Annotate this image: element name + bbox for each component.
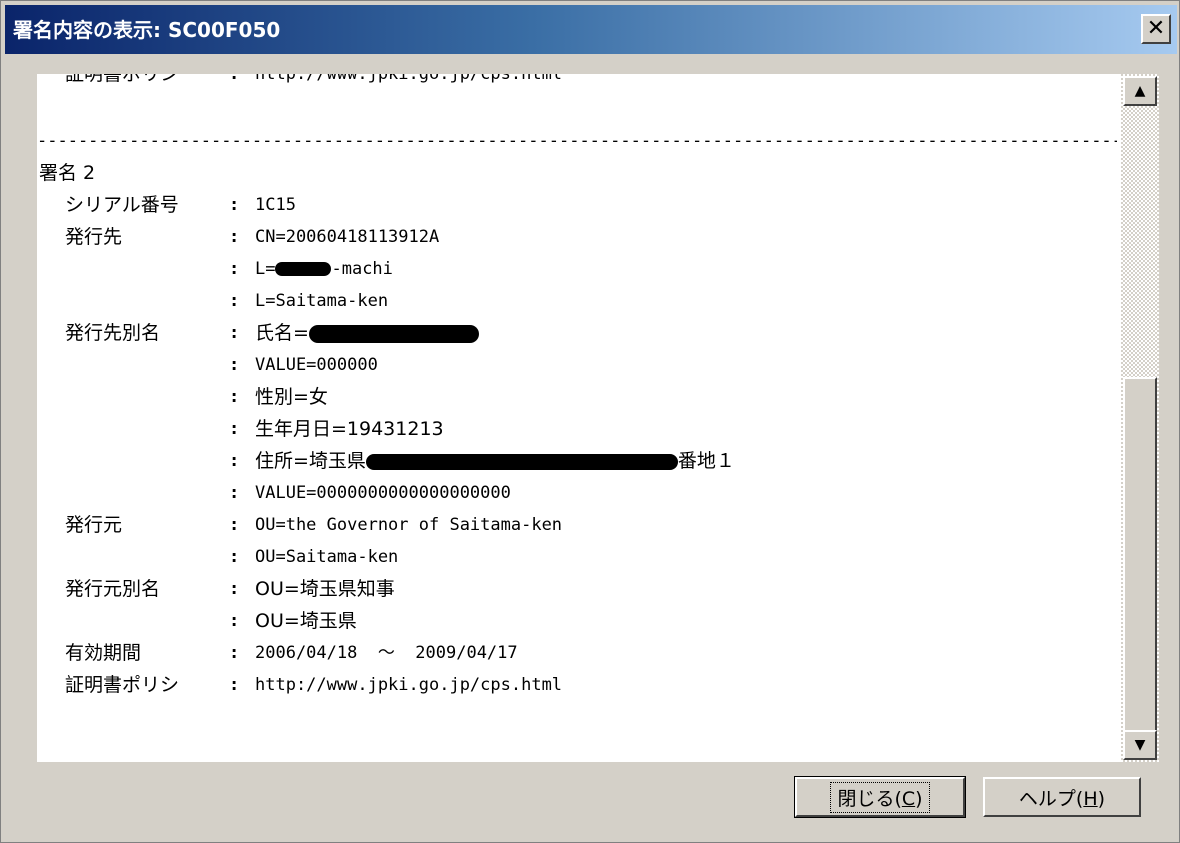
field-separator: : <box>229 259 240 279</box>
field-label: 有効期間 <box>65 642 142 664</box>
field-separator: : <box>229 323 240 343</box>
section-divider: ----------------------------------------… <box>37 131 1117 151</box>
field-separator: : <box>229 483 240 503</box>
signature-header: 署名 2 <box>39 162 96 184</box>
title-bar[interactable]: 署名内容の表示: SC00F050 ✕ <box>5 5 1177 54</box>
field-separator: : <box>229 579 240 599</box>
field-value: L=Saitama-ken <box>255 291 389 311</box>
field-separator: : <box>229 74 240 84</box>
field-separator: : <box>229 547 240 567</box>
field-value: 氏名= <box>255 318 479 349</box>
help-button[interactable]: ヘルプ(H) <box>983 777 1141 817</box>
close-icon[interactable]: ✕ <box>1141 14 1171 44</box>
signature-details-text[interactable]: 証明書ポリシ : http://www.jpki.go.jp/cps.html … <box>37 74 1121 762</box>
field-value: L= -machi <box>255 259 393 279</box>
close-button[interactable]: 閉じる(C) <box>794 776 966 818</box>
field-value: VALUE=0000000000000000000 <box>255 483 511 503</box>
field-label: 発行先 <box>65 226 123 248</box>
field-value: http://www.jpki.go.jp/cps.html <box>255 675 563 695</box>
field-separator: : <box>229 451 240 471</box>
field-value: 2006/04/18 ～ 2009/04/17 <box>255 643 518 663</box>
redaction-mark <box>308 325 479 343</box>
field-label: 発行先別名 <box>65 322 161 344</box>
field-value: 生年月日=19431213 <box>255 418 444 440</box>
field-value: 性別=女 <box>255 386 328 408</box>
field-separator: : <box>229 419 240 439</box>
field-label: 発行元別名 <box>65 578 161 600</box>
field-separator: : <box>229 387 240 407</box>
redaction-mark <box>275 262 332 276</box>
close-button-label: 閉じる(C) <box>830 781 930 813</box>
scroll-down-button[interactable]: ▼ <box>1123 730 1157 760</box>
field-separator: : <box>229 611 240 631</box>
help-button-label: ヘルプ(H) <box>1018 787 1106 810</box>
field-value: OU=the Governor of Saitama-ken <box>255 515 563 535</box>
field-separator: : <box>229 515 240 535</box>
window-title: 署名内容の表示: SC00F050 <box>13 18 281 42</box>
field-separator: : <box>229 675 240 695</box>
field-label: シリアル番号 <box>65 194 179 216</box>
field-value: http://www.jpki.go.jp/cps.html <box>255 74 563 84</box>
field-separator: : <box>229 643 240 663</box>
field-value: OU=Saitama-ken <box>255 547 399 567</box>
field-value: VALUE=000000 <box>255 355 378 375</box>
field-value: OU=埼玉県 <box>255 610 357 632</box>
field-separator: : <box>229 355 240 375</box>
signature-dialog: 署名内容の表示: SC00F050 ✕ 証明書ポリシ : http://www.… <box>0 0 1180 843</box>
field-value: OU=埼玉県知事 <box>255 578 395 600</box>
scrollbar-thumb[interactable] <box>1123 377 1157 732</box>
field-label: 証明書ポリシ <box>65 674 180 696</box>
field-separator: : <box>229 227 240 247</box>
field-separator: : <box>229 195 240 215</box>
field-label: 証明書ポリシ <box>65 74 180 85</box>
field-value: CN=20060418113912A <box>255 227 440 247</box>
field-label: 発行元 <box>65 514 123 536</box>
scroll-up-button[interactable]: ▲ <box>1123 76 1157 106</box>
field-value: 1C15 <box>255 195 296 215</box>
redaction-mark <box>365 454 678 470</box>
field-separator: : <box>229 291 240 311</box>
field-value: 住所=埼玉県 番地１ <box>255 450 735 472</box>
vertical-scrollbar[interactable]: ▲ ▼ <box>1121 74 1159 762</box>
